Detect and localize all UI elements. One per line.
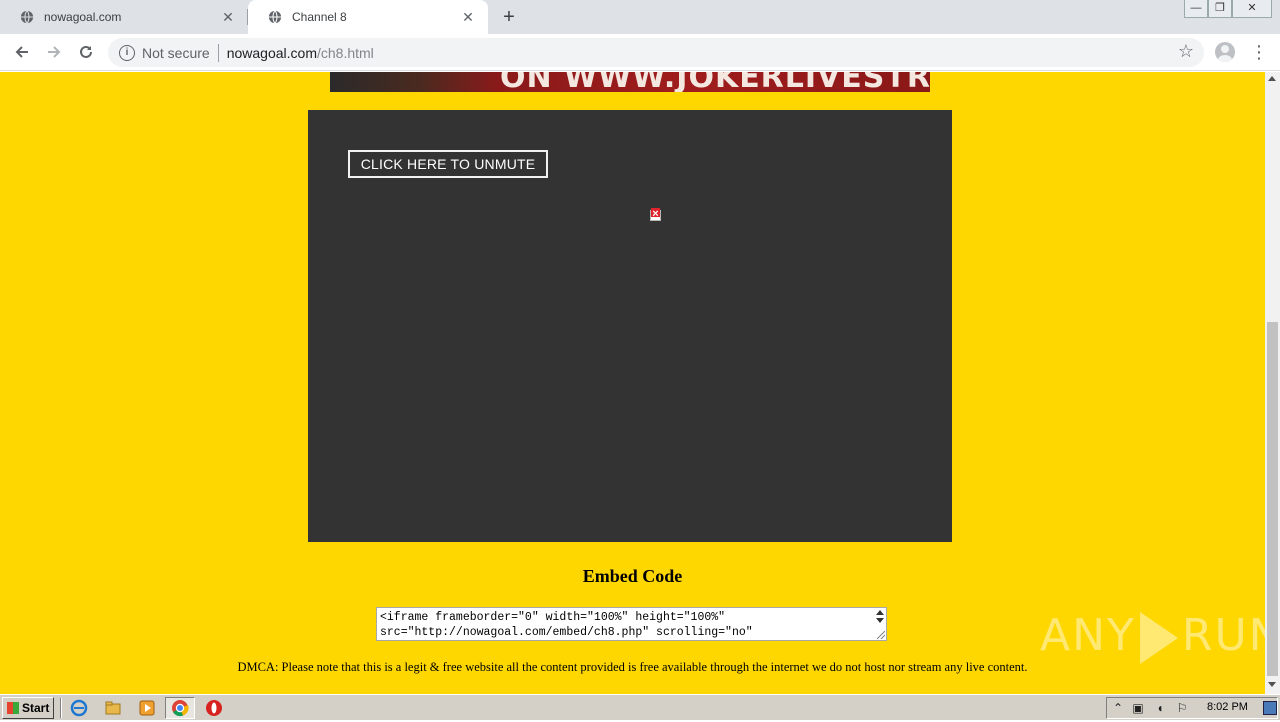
profile-avatar-icon[interactable]	[1215, 42, 1235, 62]
unmute-button[interactable]: CLICK HERE TO UNMUTE	[348, 150, 548, 178]
address-divider	[217, 43, 219, 62]
start-button[interactable]: Start	[2, 697, 54, 719]
network-icon[interactable]: ▣	[1131, 701, 1145, 715]
taskbar-clock[interactable]: 8:02 PM	[1207, 701, 1248, 713]
action-center-flag-icon[interactable]: ⚐	[1175, 701, 1189, 715]
browser-toolbar: i Not secure nowagoal.com /ch8.html ☆ ⋮	[0, 34, 1280, 71]
banner-text: ON WWW.JOKERLIVESTREAM.COM	[500, 72, 930, 92]
tab-strip: nowagoal.com ✕ Channel 8 ✕ + — ❐ ✕	[0, 0, 1280, 34]
video-player[interactable]: CLICK HERE TO UNMUTE	[308, 110, 952, 542]
close-tab-icon[interactable]: ✕	[460, 9, 476, 26]
watermark-right: RUN	[1181, 610, 1265, 661]
embed-code-textarea[interactable]: <iframe frameborder="0" width="100%" hei…	[376, 607, 887, 641]
close-window-button[interactable]: ✕	[1232, 0, 1272, 18]
info-icon[interactable]: i	[119, 44, 135, 61]
address-bar[interactable]: i Not secure nowagoal.com /ch8.html ☆	[108, 38, 1204, 67]
embed-code-heading: Embed Code	[582, 566, 683, 586]
restore-button[interactable]: ❐	[1208, 0, 1232, 18]
embed-scrollbar[interactable]	[870, 608, 886, 640]
tab-nowagoal[interactable]: nowagoal.com ✕	[0, 0, 248, 34]
security-label: Not secure	[142, 44, 210, 61]
page-scrollbar[interactable]	[1265, 72, 1280, 694]
resize-handle-icon[interactable]	[877, 631, 885, 639]
minimize-button[interactable]: —	[1184, 0, 1208, 18]
forward-button[interactable]	[42, 40, 66, 64]
reload-button[interactable]	[74, 40, 98, 64]
taskbar-separator	[60, 698, 62, 718]
globe-icon	[20, 10, 34, 24]
system-tray: ⌃ ▣ ◖ ⚐ 8:02 PM	[1106, 697, 1278, 719]
close-tab-icon[interactable]: ✕	[220, 9, 236, 26]
url-host: nowagoal.com	[226, 44, 317, 61]
show-desktop-icon[interactable]	[1263, 701, 1277, 715]
broken-image-icon	[650, 208, 661, 221]
chrome-taskbar-button[interactable]	[165, 697, 195, 719]
browser-menu-icon[interactable]: ⋮	[1250, 40, 1268, 64]
new-tab-button[interactable]: +	[498, 6, 520, 28]
arrow-left-icon	[15, 46, 28, 58]
back-button[interactable]	[10, 40, 34, 64]
globe-icon	[268, 10, 282, 24]
tab-title: Channel 8	[292, 10, 347, 24]
windows-logo-icon	[7, 702, 19, 714]
windows-taskbar: Start ⌃ ▣ ◖ ⚐ 8:02 PM	[0, 694, 1280, 720]
watermark-left: ANY	[1040, 610, 1136, 661]
reload-icon	[80, 45, 92, 58]
tab-channel-8[interactable]: Channel 8 ✕	[248, 0, 488, 34]
volume-icon[interactable]: ◖	[1153, 701, 1167, 715]
scroll-down-arrow-icon[interactable]	[1268, 682, 1276, 687]
scroll-up-arrow-icon[interactable]	[876, 610, 884, 615]
anyrun-watermark: ANY RUN	[1040, 610, 1265, 664]
play-icon	[1139, 612, 1178, 664]
ad-banner[interactable]: ON WWW.JOKERLIVESTREAM.COM	[330, 72, 930, 92]
url-path: /ch8.html	[316, 44, 374, 61]
scroll-down-arrow-icon[interactable]	[876, 618, 884, 623]
opera-icon[interactable]	[205, 699, 223, 717]
scroll-up-arrow-icon[interactable]	[1268, 76, 1276, 81]
scrollbar-thumb[interactable]	[1267, 322, 1278, 676]
file-explorer-icon[interactable]	[104, 699, 122, 717]
page-viewport: ON WWW.JOKERLIVESTREAM.COM CLICK HERE TO…	[0, 72, 1265, 694]
tab-title: nowagoal.com	[44, 10, 122, 24]
tray-expand-icon[interactable]: ⌃	[1111, 701, 1125, 715]
bookmark-star-icon[interactable]: ☆	[1178, 41, 1194, 62]
start-label: Start	[22, 701, 50, 715]
internet-explorer-icon[interactable]	[70, 699, 88, 717]
chrome-icon	[172, 700, 189, 717]
arrow-right-icon	[48, 46, 61, 58]
media-player-icon[interactable]	[138, 699, 156, 717]
